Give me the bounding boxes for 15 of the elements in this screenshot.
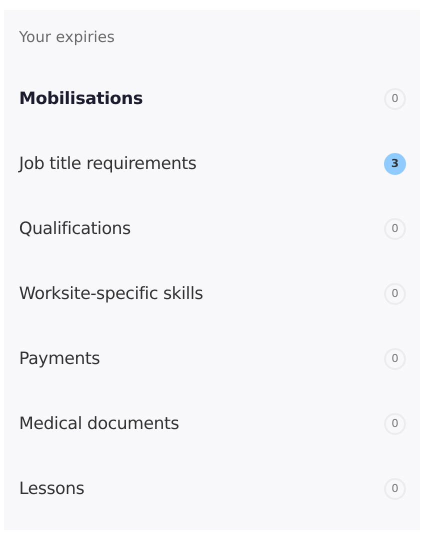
count-badge: 0 xyxy=(384,412,406,434)
sidebar-title: Your expiries xyxy=(19,28,116,48)
count-badge: 0 xyxy=(384,282,406,304)
sidebar-item[interactable]: Worksite-specific skills xyxy=(19,284,204,304)
sidebar-item[interactable]: Medical documents xyxy=(19,414,180,434)
sidebar-item[interactable]: Qualifications xyxy=(19,218,131,238)
sidebar-item[interactable]: Lessons xyxy=(19,478,84,498)
sidebar-item[interactable]: Job title requirements xyxy=(19,154,196,174)
count-badge: 0 xyxy=(384,218,406,240)
count-badge: 0 xyxy=(384,478,406,500)
count-badge: 0 xyxy=(384,88,406,110)
sidebar-item[interactable]: Mobilisations xyxy=(19,88,143,108)
count-badge: 0 xyxy=(384,348,406,370)
count-badge: 3 xyxy=(384,152,406,174)
sidebar-item[interactable]: Payments xyxy=(19,348,100,368)
